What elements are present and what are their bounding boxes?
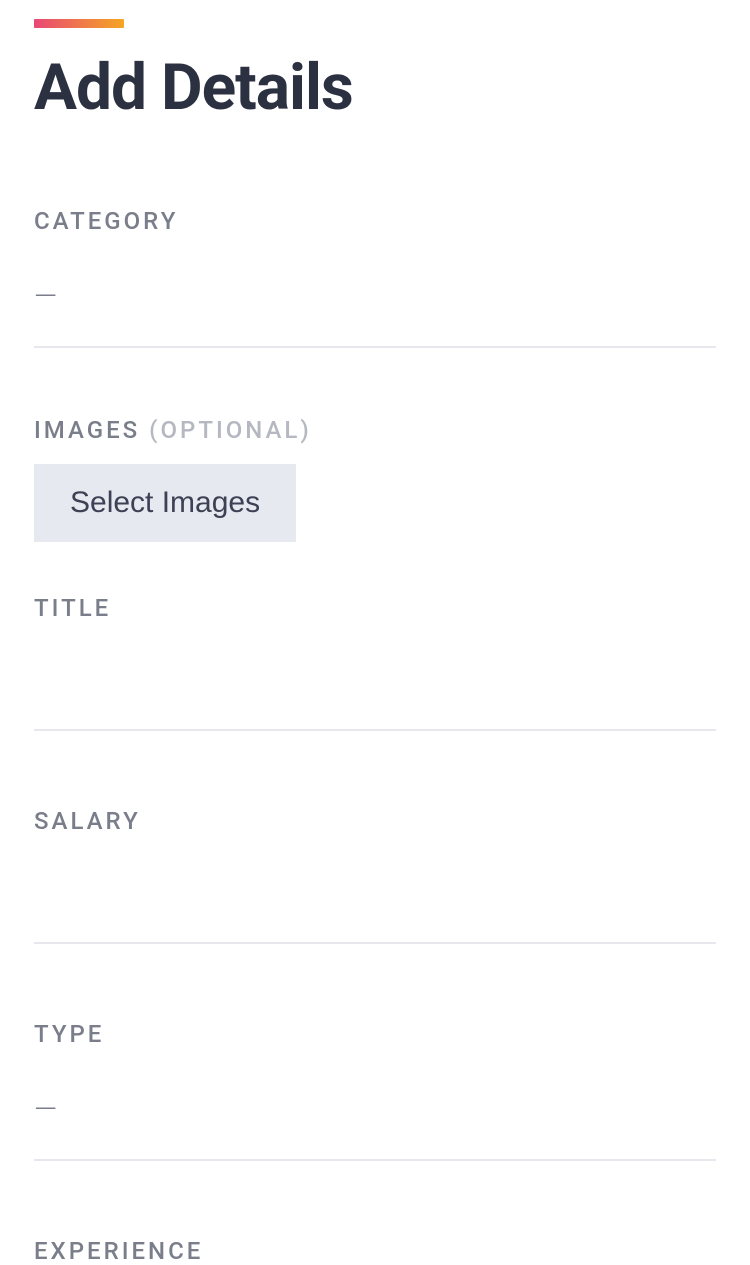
images-field: IMAGES (OPTIONAL) Select Images (34, 416, 716, 542)
category-select[interactable]: — (34, 279, 716, 348)
images-label: IMAGES (OPTIONAL) (34, 416, 716, 444)
salary-label: SALARY (34, 807, 716, 835)
type-placeholder: — (34, 1092, 53, 1127)
title-input[interactable] (34, 666, 716, 697)
type-select[interactable]: — (34, 1092, 716, 1161)
category-field: CATEGORY — (34, 207, 716, 348)
salary-input[interactable] (34, 879, 716, 910)
page-title: Add Details (34, 50, 716, 125)
type-field: TYPE — (34, 1020, 716, 1161)
experience-label: EXPERIENCE (34, 1237, 716, 1265)
images-label-text: IMAGES (34, 416, 140, 444)
select-images-button[interactable]: Select Images (34, 464, 296, 542)
title-field: TITLE (34, 594, 716, 731)
form-container: Add Details CATEGORY — IMAGES (OPTIONAL)… (0, 19, 750, 1265)
salary-field: SALARY (34, 807, 716, 944)
title-input-wrapper (34, 666, 716, 731)
category-label: CATEGORY (34, 207, 716, 235)
type-label: TYPE (34, 1020, 716, 1048)
salary-input-wrapper (34, 879, 716, 944)
title-label: TITLE (34, 594, 716, 622)
experience-field: EXPERIENCE (34, 1237, 716, 1265)
category-placeholder: — (34, 279, 53, 314)
accent-bar (34, 19, 124, 28)
images-optional-label: (OPTIONAL) (149, 416, 312, 444)
